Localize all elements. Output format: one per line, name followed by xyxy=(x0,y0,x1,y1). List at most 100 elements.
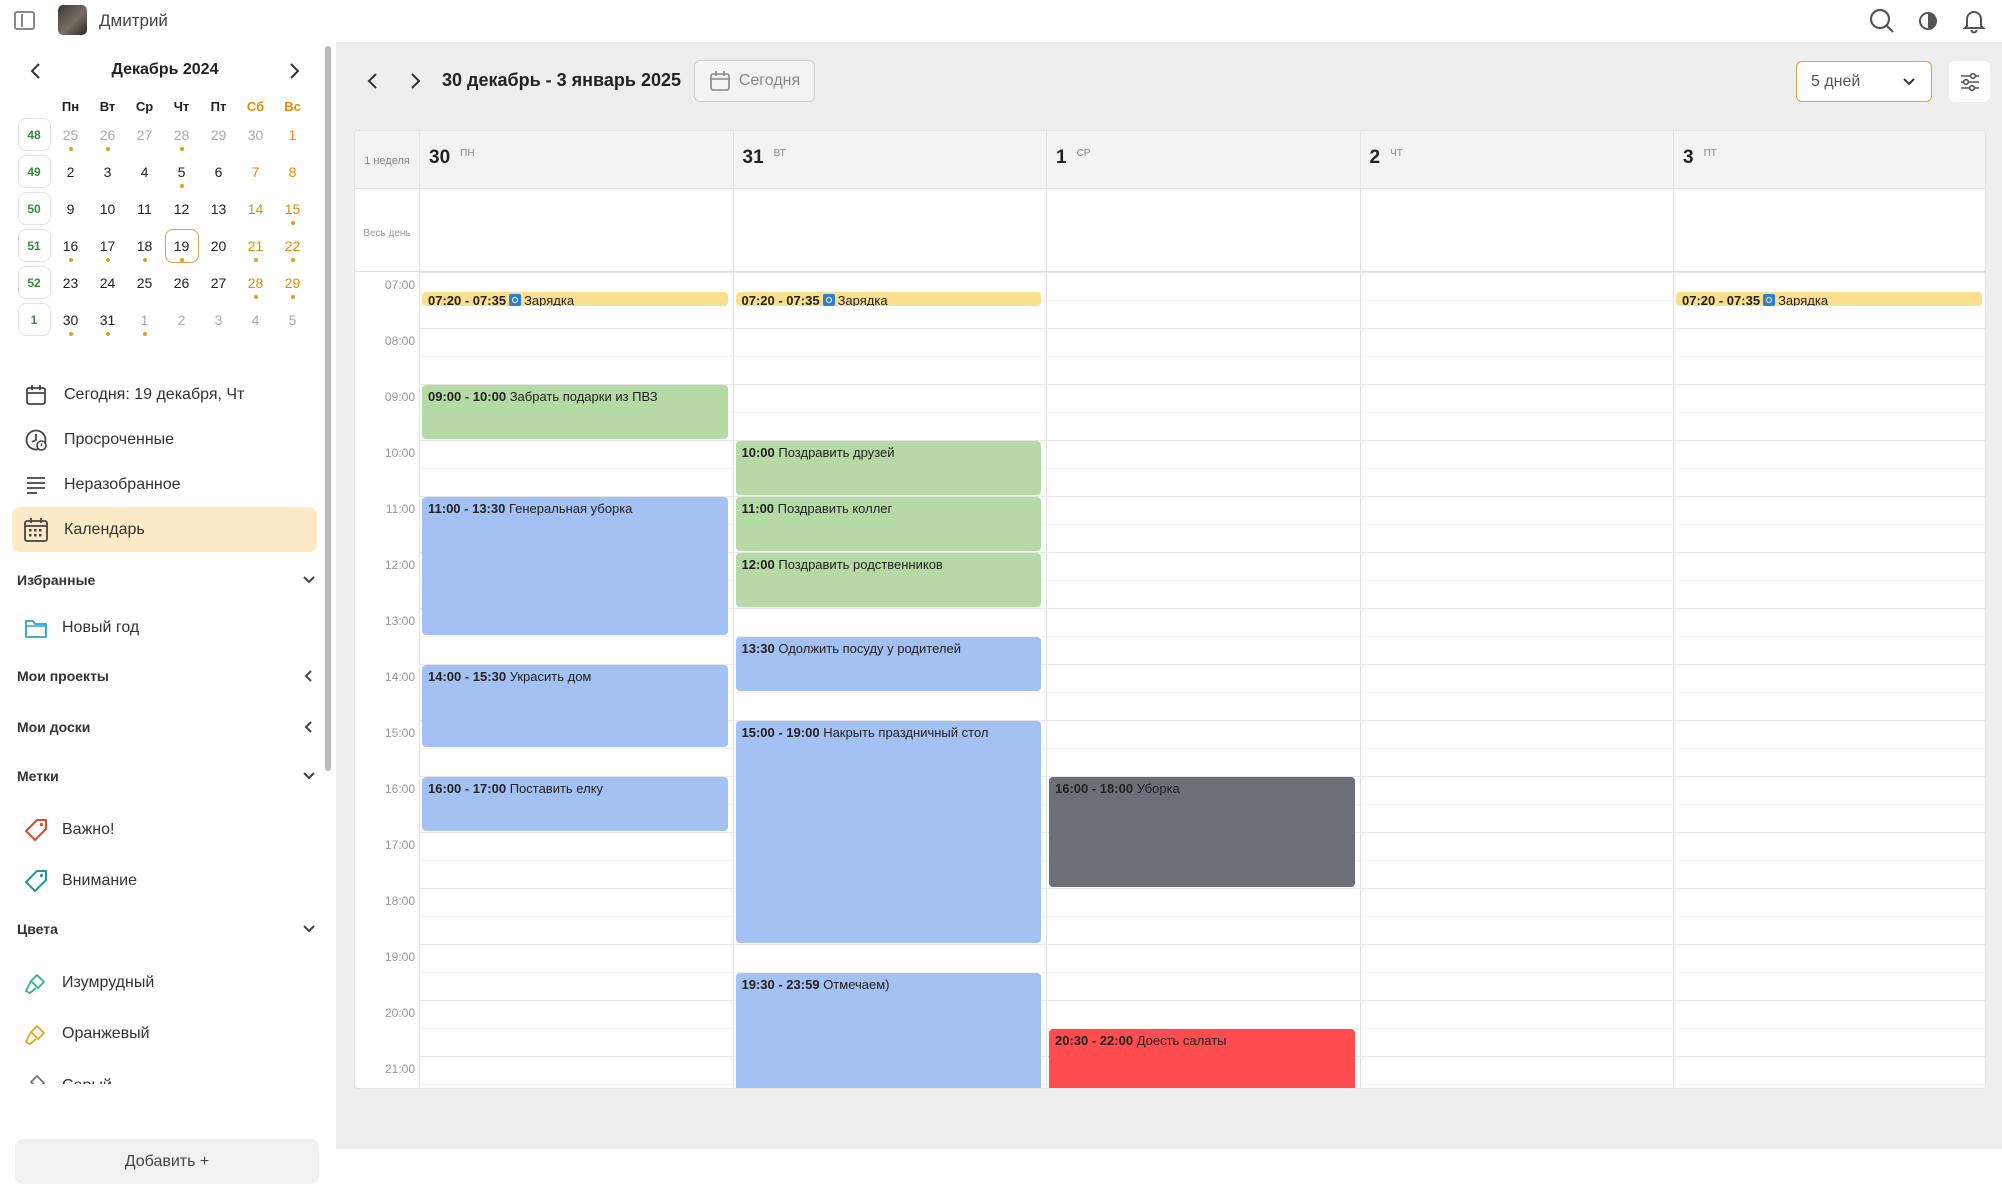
chevron-left-icon[interactable] xyxy=(301,668,317,684)
mini-calendar-day[interactable]: 22 xyxy=(274,229,311,263)
chevron-down-icon[interactable] xyxy=(301,921,317,937)
calendar-event[interactable]: 07:20 - 07:35 Зарядка xyxy=(735,291,1041,306)
theme-toggle-icon[interactable] xyxy=(1914,7,1942,35)
mini-calendar-day[interactable]: 30 xyxy=(237,118,274,152)
mini-calendar-day[interactable]: 27 xyxy=(126,118,163,152)
calendar-event[interactable]: 11:00 - 13:30 Генеральная уборка xyxy=(422,497,728,635)
week-number[interactable]: 51 xyxy=(16,229,52,263)
calendar-event[interactable]: 15:00 - 19:00 Накрыть праздничный стол xyxy=(735,721,1041,943)
week-number[interactable]: 50 xyxy=(16,192,52,226)
calendar-event[interactable]: 12:00 Поздравить родственников xyxy=(735,553,1041,607)
mini-calendar-day[interactable]: 28 xyxy=(163,118,200,152)
color-gray[interactable]: Серый xyxy=(22,1070,112,1084)
calendar-event[interactable]: 19:30 - 23:59 Отмечаем) xyxy=(735,973,1041,1088)
mini-calendar-day[interactable]: 29 xyxy=(274,266,311,300)
section-tags[interactable]: Метки xyxy=(17,765,317,787)
mini-calendar-day[interactable]: 2 xyxy=(52,155,89,189)
mini-calendar-day[interactable]: 20 xyxy=(200,229,237,263)
filter-button[interactable] xyxy=(1949,61,1990,102)
mini-calendar-day[interactable]: 12 xyxy=(163,192,200,226)
mini-calendar-day[interactable]: 14 xyxy=(237,192,274,226)
calendar-event[interactable]: 07:20 - 07:35 Зарядка xyxy=(1676,291,1982,306)
calendar-event[interactable]: 10:00 Поздравить друзей xyxy=(735,441,1041,495)
mini-calendar-day[interactable]: 2 xyxy=(163,303,200,337)
calendar-event[interactable]: 14:00 - 15:30 Украсить дом xyxy=(422,665,728,747)
avatar[interactable] xyxy=(58,5,87,35)
user-name[interactable]: Дмитрий xyxy=(99,11,168,31)
tag-important[interactable]: Важно! xyxy=(22,815,114,845)
mini-calendar-day[interactable]: 25 xyxy=(126,266,163,300)
nav-calendar[interactable]: Календарь xyxy=(12,507,317,552)
prev-range-icon[interactable] xyxy=(357,66,387,96)
nav-unsorted[interactable]: Неразобранное xyxy=(12,462,317,507)
calendar-event[interactable]: 20:30 - 22:00 Доесть салаты xyxy=(1049,1029,1355,1088)
day-header[interactable]: 30 ПН xyxy=(429,147,475,169)
week-number[interactable]: 49 xyxy=(16,155,52,189)
mini-calendar-day[interactable]: 17 xyxy=(89,229,126,263)
mini-calendar-day[interactable]: 27 xyxy=(200,266,237,300)
sidebar-scrollbar[interactable] xyxy=(325,46,331,771)
mini-calendar-day[interactable]: 8 xyxy=(274,155,311,189)
bell-icon[interactable] xyxy=(1960,7,1988,35)
mini-calendar-day[interactable]: 10 xyxy=(89,192,126,226)
sidebar-toggle-icon[interactable] xyxy=(14,11,35,30)
tag-attention[interactable]: Внимание xyxy=(22,866,137,896)
mini-calendar-day[interactable]: 11 xyxy=(126,192,163,226)
calendar-event[interactable]: 09:00 - 10:00 Забрать подарки из ПВЗ xyxy=(422,385,728,439)
next-month-icon[interactable] xyxy=(282,58,308,84)
mini-calendar-day[interactable]: 5 xyxy=(163,155,200,189)
day-header[interactable]: 3 ПТ xyxy=(1683,147,1717,169)
next-range-icon[interactable] xyxy=(401,66,431,96)
mini-calendar-day[interactable]: 7 xyxy=(237,155,274,189)
week-number[interactable]: 1 xyxy=(16,303,52,337)
mini-calendar-today[interactable]: 19 xyxy=(163,228,200,263)
mini-calendar-day[interactable]: 6 xyxy=(200,155,237,189)
mini-calendar-day[interactable]: 24 xyxy=(89,266,126,300)
mini-calendar-day[interactable]: 26 xyxy=(89,118,126,152)
mini-calendar-day[interactable]: 13 xyxy=(200,192,237,226)
section-boards[interactable]: Мои доски xyxy=(17,716,317,738)
mini-calendar-day[interactable]: 15 xyxy=(274,192,311,226)
mini-calendar-day[interactable]: 3 xyxy=(89,155,126,189)
calendar-event[interactable]: 16:00 - 17:00 Поставить елку xyxy=(422,777,728,831)
week-number[interactable]: 48 xyxy=(16,118,52,152)
view-select[interactable]: 5 дней xyxy=(1796,61,1932,102)
nav-today[interactable]: Сегодня: 19 декабря, Чт xyxy=(12,372,317,417)
mini-calendar-day[interactable]: 21 xyxy=(237,229,274,263)
mini-calendar-day[interactable]: 1 xyxy=(274,118,311,152)
chevron-left-icon[interactable] xyxy=(301,719,317,735)
calendar-event[interactable]: 07:20 - 07:35 Зарядка xyxy=(422,291,728,306)
mini-calendar-day[interactable]: 29 xyxy=(200,118,237,152)
favorite-item-new-year[interactable]: Новый год xyxy=(22,613,139,643)
mini-calendar-day[interactable]: 4 xyxy=(126,155,163,189)
mini-calendar-day[interactable]: 9 xyxy=(52,192,89,226)
section-colors[interactable]: Цвета xyxy=(17,918,317,940)
mini-calendar-day[interactable]: 25 xyxy=(52,118,89,152)
chevron-down-icon[interactable] xyxy=(301,768,317,784)
add-button[interactable]: Добавить + xyxy=(15,1139,319,1184)
allday-row[interactable] xyxy=(355,189,1985,272)
mini-calendar-day[interactable]: 31 xyxy=(89,303,126,337)
mini-calendar-day[interactable]: 26 xyxy=(163,266,200,300)
today-button[interactable]: Сегодня xyxy=(694,60,815,102)
week-number[interactable]: 52 xyxy=(16,266,52,300)
mini-calendar-day[interactable]: 16 xyxy=(52,229,89,263)
mini-calendar-day[interactable]: 4 xyxy=(237,303,274,337)
mini-calendar-day[interactable]: 1 xyxy=(126,303,163,337)
mini-calendar-day[interactable]: 23 xyxy=(52,266,89,300)
calendar-event[interactable]: 11:00 Поздравить коллег xyxy=(735,497,1041,551)
color-orange[interactable]: Оранжевый xyxy=(22,1019,150,1049)
color-emerald[interactable]: Изумрудный xyxy=(22,968,154,998)
day-header[interactable]: 31 ВТ xyxy=(743,147,786,169)
mini-calendar-day[interactable]: 3 xyxy=(200,303,237,337)
mini-calendar-day[interactable]: 5 xyxy=(274,303,311,337)
mini-calendar-day[interactable]: 18 xyxy=(126,229,163,263)
chevron-down-icon[interactable] xyxy=(301,572,317,588)
day-header[interactable]: 2 ЧТ xyxy=(1370,147,1403,169)
search-icon[interactable] xyxy=(1868,7,1896,35)
mini-calendar-day[interactable]: 28 xyxy=(237,266,274,300)
mini-calendar-day[interactable]: 30 xyxy=(52,303,89,337)
nav-overdue[interactable]: Просроченные xyxy=(12,417,317,462)
day-header[interactable]: 1 СР xyxy=(1056,147,1090,169)
calendar-event[interactable]: 16:00 - 18:00 Уборка xyxy=(1049,777,1355,887)
